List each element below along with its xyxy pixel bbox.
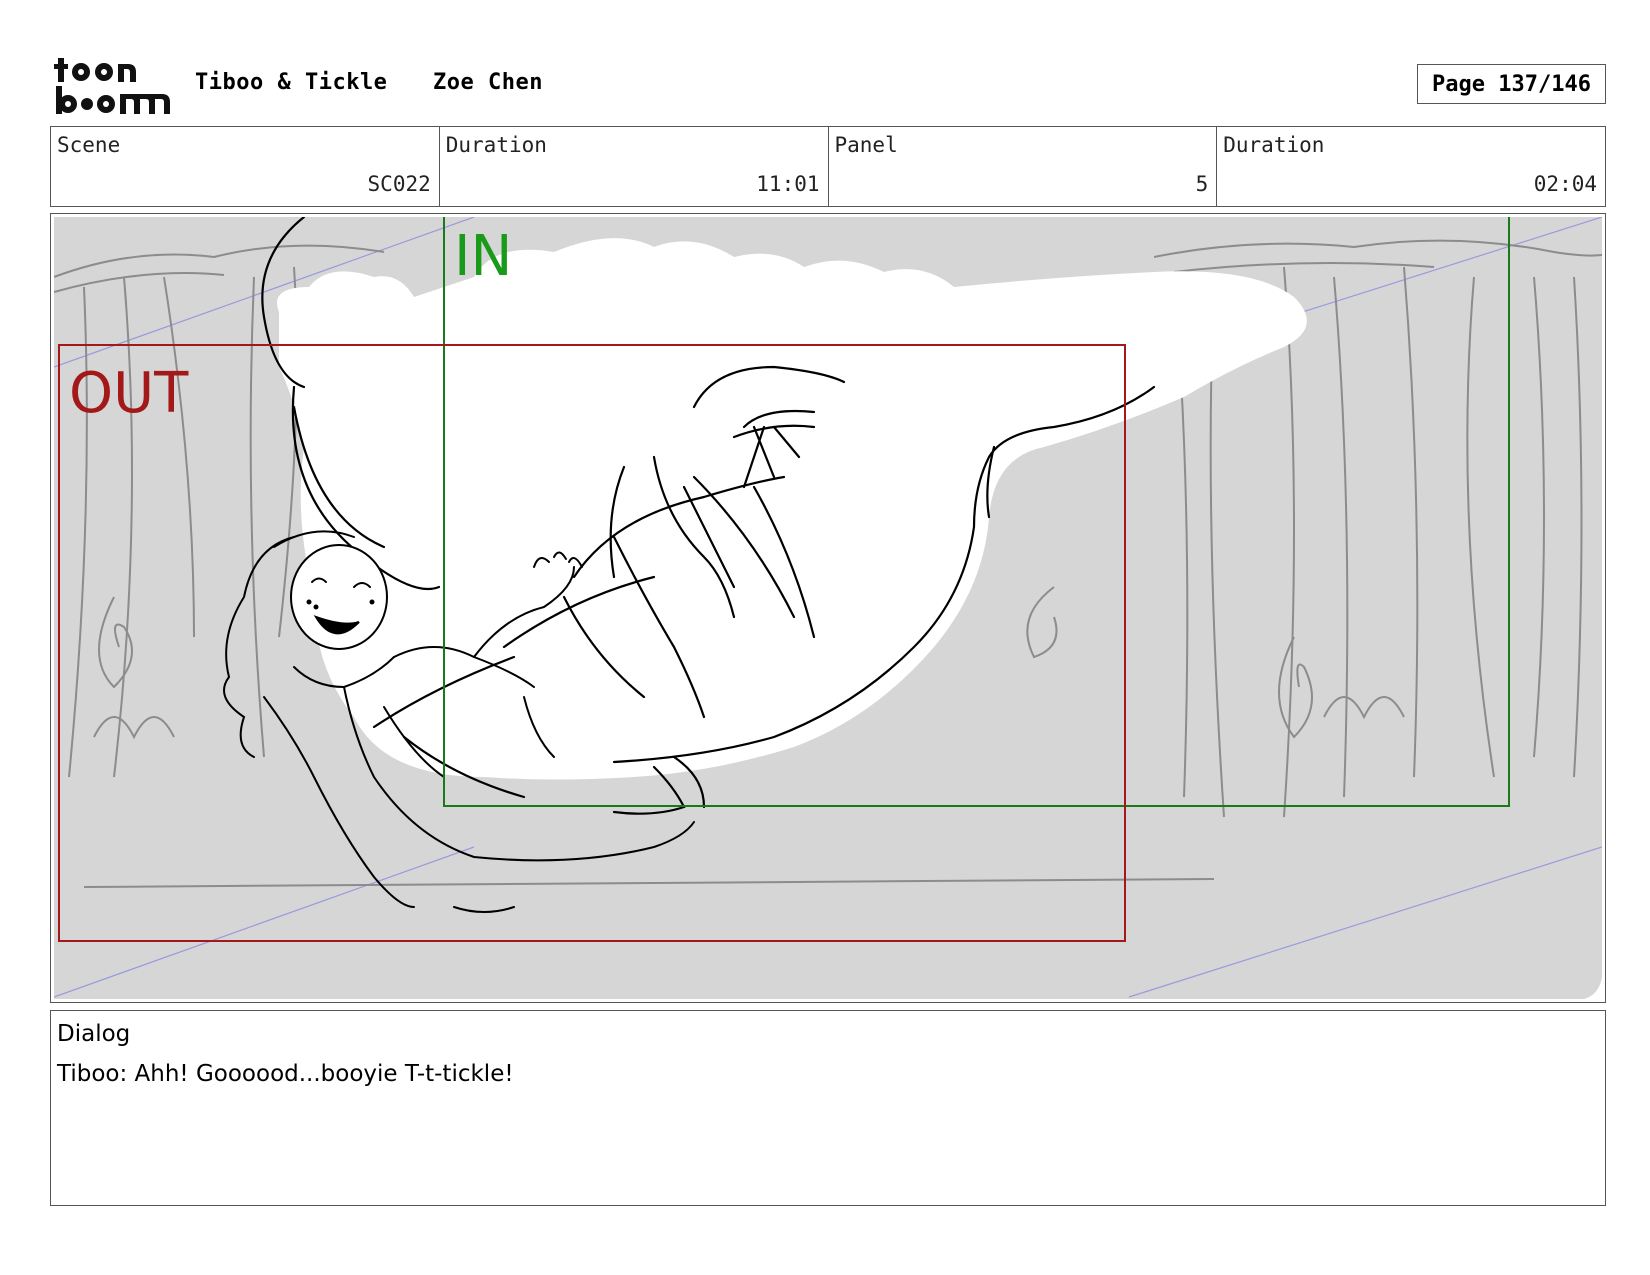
scene-value: SC022 <box>367 172 431 196</box>
page-indicator: Page 137/146 <box>1417 64 1606 104</box>
artist-name: Zoe Chen <box>433 70 543 95</box>
panel-label: Panel <box>834 133 898 157</box>
panel-info-row: Scene SC022 Duration 11:01 Panel 5 Durat… <box>50 126 1606 207</box>
out-label: OUT <box>69 361 189 426</box>
dialog-box: Dialog Tiboo: Ahh! Goooood...booyie T-t-… <box>50 1010 1606 1206</box>
panel-duration-value: 02:04 <box>1533 172 1597 196</box>
in-label: IN <box>454 224 512 289</box>
project-title: Tiboo & Tickle <box>195 70 388 95</box>
panel-duration-cell: Duration 02:04 <box>1217 127 1605 206</box>
scene-duration-label: Duration <box>445 133 547 157</box>
panel-value: 5 <box>1195 172 1209 196</box>
dialog-text: Tiboo: Ahh! Goooood...booyie T-t-tickle! <box>57 1061 514 1087</box>
scene-cell: Scene SC022 <box>51 127 440 206</box>
scene-duration-cell: Duration 11:01 <box>440 127 829 206</box>
storyboard-sketch: IN OUT <box>54 217 1602 999</box>
panel-duration-label: Duration <box>1223 133 1325 157</box>
scene-duration-value: 11:01 <box>756 172 820 196</box>
toon-boom-logo <box>54 58 170 114</box>
dialog-label: Dialog <box>57 1021 131 1047</box>
scene-label: Scene <box>57 133 121 157</box>
panel-cell: Panel 5 <box>829 127 1218 206</box>
